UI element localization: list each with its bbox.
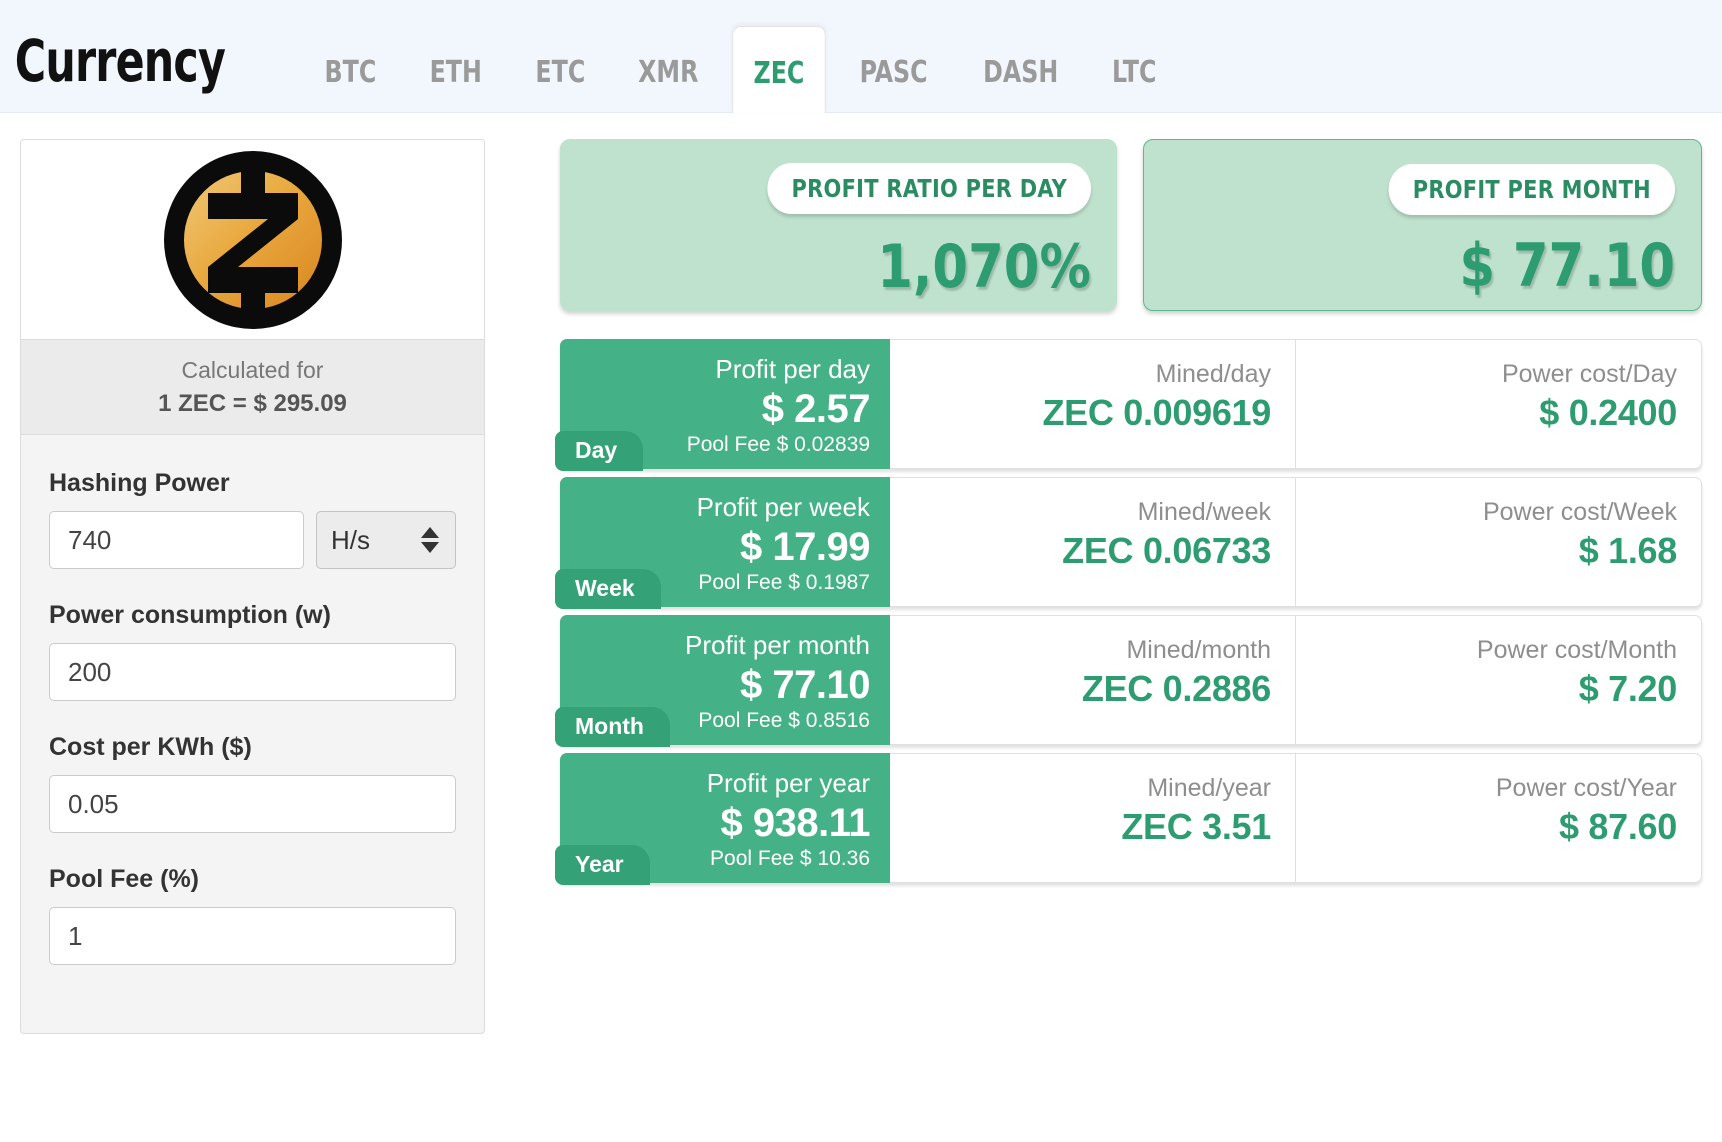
period-badge-month: Month — [555, 706, 670, 747]
year-mined-label: Mined/year — [1147, 774, 1271, 802]
month-profit-cell: Month Profit per month $ 77.10 Pool Fee … — [555, 615, 890, 747]
table-row: Day Profit per day $ 2.57 Pool Fee $ 0.0… — [555, 339, 1702, 471]
hashing-unit-value: H/s — [331, 524, 370, 555]
power-consumption-input[interactable] — [49, 643, 456, 702]
main-content: Calculated for 1 ZEC = $ 295.09 Hashing … — [0, 113, 1722, 1034]
table-row: Week Profit per week $ 17.99 Pool Fee $ … — [555, 477, 1702, 609]
week-mined-label: Mined/week — [1137, 498, 1271, 526]
calculator-sidebar: Calculated for 1 ZEC = $ 295.09 Hashing … — [20, 139, 485, 1034]
page-title: Currency — [14, 27, 226, 95]
power-consumption-label: Power consumption (w) — [49, 601, 331, 630]
profit-per-month-card: PROFIT PER MONTH $ 77.10 — [1143, 139, 1702, 311]
profit-per-month-value: $ 77.10 — [1459, 231, 1675, 301]
app-header: Currency BTC ETH ETC XMR ZEC PASC DASH L… — [0, 0, 1722, 113]
pool-fee-row — [49, 907, 456, 966]
pool-fee-input[interactable] — [49, 907, 456, 966]
rate-info-box: Calculated for 1 ZEC = $ 295.09 — [21, 340, 484, 436]
year-power-label: Power cost/Year — [1495, 774, 1677, 802]
profit-ratio-per-day-badge: PROFIT RATIO PER DAY — [767, 163, 1091, 214]
power-consumption-row — [49, 643, 456, 702]
month-profit-value: $ 77.10 — [740, 662, 870, 707]
hashing-power-label: Hashing Power — [49, 469, 230, 498]
month-mined-cell: Mined/month ZEC 0.2886 — [890, 616, 1295, 744]
period-badge-year: Year — [555, 844, 650, 885]
week-mined-cell: Mined/week ZEC 0.06733 — [890, 478, 1295, 606]
chevron-updown-icon[interactable] — [421, 527, 439, 554]
cost-per-kwh-label: Cost per KWh ($) — [49, 733, 252, 762]
month-power-value: $ 7.20 — [1578, 667, 1678, 709]
day-power-cell: Power cost/Day $ 0.2400 — [1295, 340, 1701, 468]
tab-btc[interactable]: BTC — [305, 58, 397, 112]
day-power-label: Power cost/Day — [1501, 360, 1677, 388]
hashing-power-row: H/s — [49, 511, 456, 570]
calculator-form: Hashing Power H/s Power consumption (w) — [21, 435, 484, 966]
cost-per-kwh-row — [49, 775, 456, 834]
day-mined-label: Mined/day — [1155, 360, 1271, 388]
table-row: Month Profit per month $ 77.10 Pool Fee … — [555, 615, 1702, 747]
year-mined-value: ZEC 3.51 — [1121, 805, 1271, 847]
exchange-rate-value: 1 ZEC = $ 295.09 — [158, 390, 347, 418]
coin-logo-box — [21, 140, 484, 340]
tab-pasc[interactable]: PASC — [839, 58, 947, 112]
summary-cards: PROFIT RATIO PER DAY 1,070% PROFIT PER M… — [560, 139, 1702, 311]
day-profit-value: $ 2.57 — [761, 386, 871, 431]
pool-fee-group: Pool Fee (%) — [49, 865, 456, 966]
month-mined-label: Mined/month — [1126, 636, 1271, 664]
profit-ratio-per-day-value: 1,070% — [877, 232, 1091, 302]
period-badge-day: Day — [555, 430, 644, 471]
period-badge-week: Week — [555, 568, 661, 609]
tab-dash[interactable]: DASH — [963, 58, 1079, 112]
year-mined-cell: Mined/year ZEC 3.51 — [890, 754, 1295, 882]
month-profit-label: Profit per month — [685, 630, 870, 660]
month-mined-value: ZEC 0.2886 — [1081, 667, 1271, 709]
year-profit-cell: Year Profit per year $ 938.11 Pool Fee $… — [555, 753, 890, 885]
results-panel: PROFIT RATIO PER DAY 1,070% PROFIT PER M… — [485, 139, 1702, 1034]
year-power-cell: Power cost/Year $ 87.60 — [1295, 754, 1701, 882]
tab-etc[interactable]: ETC — [515, 58, 605, 112]
week-profit-label: Profit per week — [696, 492, 870, 522]
month-power-label: Power cost/Month — [1476, 636, 1677, 664]
cost-per-kwh-input[interactable] — [49, 775, 456, 834]
power-consumption-group: Power consumption (w) — [49, 601, 456, 702]
month-power-cell: Power cost/Month $ 7.20 — [1295, 616, 1701, 744]
week-power-label: Power cost/Week — [1482, 498, 1677, 526]
day-mined-cell: Mined/day ZEC 0.009619 — [890, 340, 1295, 468]
currency-tabs: BTC ETH ETC XMR ZEC PASC DASH LTC — [298, 0, 1182, 113]
table-row: Year Profit per year $ 938.11 Pool Fee $… — [555, 753, 1702, 885]
day-profit-cell: Day Profit per day $ 2.57 Pool Fee $ 0.0… — [555, 339, 890, 471]
week-profit-value: $ 17.99 — [740, 524, 870, 569]
week-profit-cell: Week Profit per week $ 17.99 Pool Fee $ … — [555, 477, 890, 609]
year-power-value: $ 87.60 — [1558, 805, 1677, 847]
tab-xmr[interactable]: XMR — [618, 58, 719, 112]
zcash-coin-icon — [163, 147, 343, 333]
calculated-for-label: Calculated for — [181, 357, 324, 383]
week-power-cell: Power cost/Week $ 1.68 — [1295, 478, 1701, 606]
profit-ratio-per-day-card: PROFIT RATIO PER DAY 1,070% — [560, 139, 1117, 311]
tab-ltc[interactable]: LTC — [1092, 58, 1177, 112]
week-power-value: $ 1.68 — [1578, 529, 1678, 571]
day-profit-label: Profit per day — [715, 354, 870, 384]
hashing-power-input[interactable] — [49, 511, 304, 570]
tab-eth[interactable]: ETH — [410, 58, 503, 112]
year-profit-label: Profit per year — [706, 768, 870, 798]
cost-per-kwh-group: Cost per KWh ($) — [49, 733, 456, 834]
year-profit-value: $ 938.11 — [720, 800, 871, 845]
tab-zec[interactable]: ZEC — [732, 26, 826, 113]
day-mined-value: ZEC 0.009619 — [1042, 391, 1271, 433]
day-power-value: $ 0.2400 — [1539, 391, 1677, 433]
results-table: Day Profit per day $ 2.57 Pool Fee $ 0.0… — [555, 339, 1702, 885]
profit-per-month-badge: PROFIT PER MONTH — [1388, 164, 1675, 215]
week-mined-value: ZEC 0.06733 — [1062, 529, 1271, 571]
hashing-power-group: Hashing Power H/s — [49, 469, 456, 570]
hashing-unit-select[interactable]: H/s — [316, 511, 456, 570]
pool-fee-label: Pool Fee (%) — [49, 865, 200, 894]
